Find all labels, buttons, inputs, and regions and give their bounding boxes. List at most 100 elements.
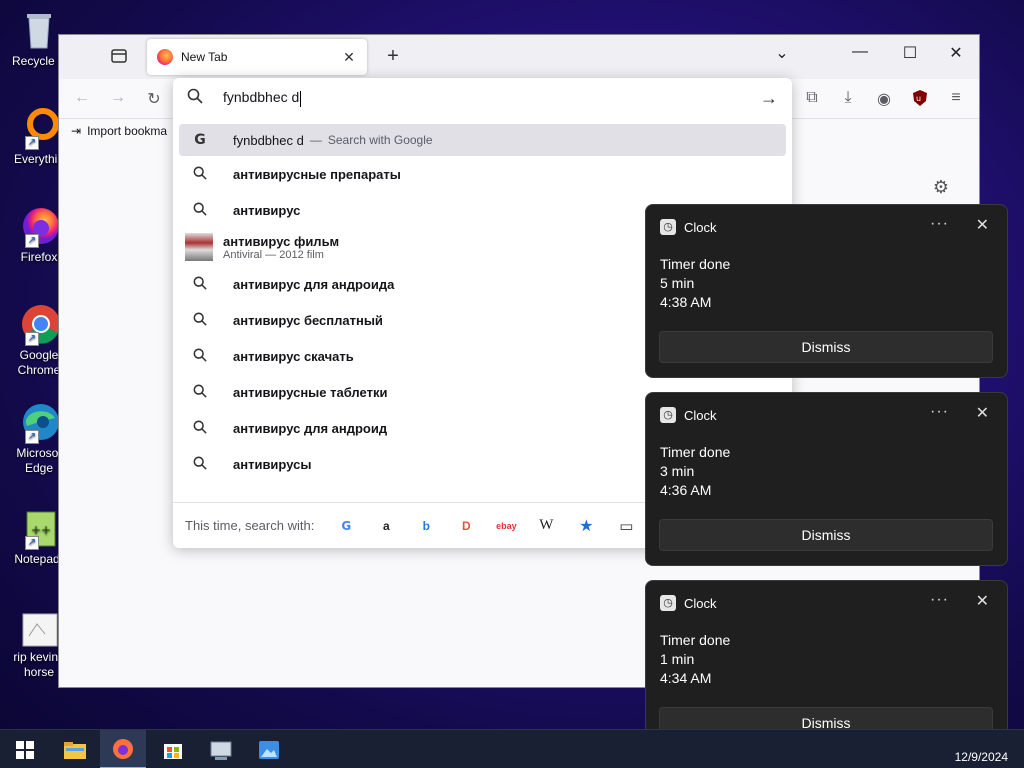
close-notification-icon[interactable]: ✕ <box>976 215 989 235</box>
bookmarks-star-icon[interactable]: ★ <box>566 516 606 536</box>
ebay-engine-icon[interactable]: ebay <box>486 521 526 531</box>
microsoft-store-icon[interactable] <box>150 730 196 768</box>
reload-icon[interactable]: ↻ <box>143 89 165 111</box>
search-icon <box>187 88 209 108</box>
google-engine-icon[interactable]: G <box>326 519 366 533</box>
suggestion-google-search[interactable]: G fynbdbhec d — Search with Google <box>179 124 786 156</box>
tabs-icon[interactable]: ▭ <box>606 517 646 535</box>
notification-time: 4:36 AM <box>660 482 712 498</box>
file-explorer-icon[interactable] <box>52 730 98 768</box>
settings-gear-icon[interactable]: ⚙ <box>933 177 949 198</box>
suggestion-text: антивирус для андроид <box>233 420 388 436</box>
notification-card: ◷ Clock ··· ✕ Timer done 3 min 4:36 AM Di… <box>645 392 1008 566</box>
notification-time: 4:38 AM <box>660 294 712 310</box>
notification-app-name: Clock <box>684 219 717 235</box>
new-tab-plus-icon[interactable]: + <box>381 45 405 68</box>
search-icon <box>191 276 209 293</box>
close-notification-icon[interactable]: ✕ <box>976 403 989 423</box>
google-g-icon: G <box>194 132 206 148</box>
svg-text:u: u <box>916 94 921 103</box>
tab-new-tab[interactable]: New Tab ✕ <box>147 39 367 75</box>
suggestion-text: антивирусные препараты <box>233 166 401 182</box>
tab-close-icon[interactable]: ✕ <box>341 49 357 66</box>
clock-app-icon: ◷ <box>660 219 676 235</box>
suggestion-text: антивирус скачать <box>233 348 354 364</box>
ublock-origin-icon[interactable]: u <box>909 89 931 111</box>
notification-title: Timer done <box>660 444 731 460</box>
suggestion-subtext: Antiviral — 2012 film <box>223 248 324 261</box>
image-file-icon <box>17 612 61 648</box>
dismiss-button[interactable]: Dismiss <box>659 331 993 363</box>
back-arrow-icon[interactable]: ← <box>71 89 93 111</box>
separator: — <box>309 133 322 147</box>
import-bookmarks-button[interactable]: ⇥ Import bookma <box>71 124 167 138</box>
maximize-icon[interactable]: ☐ <box>887 43 933 63</box>
notification-line: 5 min <box>660 275 695 291</box>
suggestion-text: антивирусы <box>233 456 312 472</box>
tab-bar: New Tab ✕ + ⌄ — ☐ ✕ <box>59 35 979 79</box>
minimize-icon[interactable]: — <box>837 43 883 61</box>
search-icon <box>191 202 209 219</box>
notification-line: 3 min <box>660 463 695 479</box>
more-options-icon[interactable]: ··· <box>930 403 949 421</box>
account-icon[interactable]: ◉ <box>873 89 895 111</box>
search-icon <box>191 456 209 473</box>
dismiss-button[interactable]: Dismiss <box>659 519 993 551</box>
taskbar-firefox-icon[interactable] <box>100 730 146 768</box>
notification-card: ◷ Clock ··· ✕ Timer done 5 min 4:38 AM Di… <box>645 204 1008 378</box>
forward-arrow-icon[interactable]: → <box>107 89 129 111</box>
downloads-icon[interactable]: ⤓ <box>837 89 859 111</box>
suggestion-text: антивирусные таблетки <box>233 384 388 400</box>
notification-card: ◷ Clock ··· ✕ Timer done 1 min 4:34 AM Di… <box>645 580 1008 754</box>
search-icon <box>191 384 209 401</box>
duckduckgo-engine-icon[interactable]: D <box>446 519 486 533</box>
notification-title: Timer done <box>660 632 731 648</box>
notification-title: Timer done <box>660 256 731 272</box>
url-bar[interactable]: fynbdbhec d → <box>173 78 792 118</box>
hamburger-menu-icon[interactable]: ≡ <box>945 89 967 111</box>
more-options-icon[interactable]: ··· <box>930 591 949 609</box>
notification-app-name: Clock <box>684 595 717 611</box>
notification-time: 4:34 AM <box>660 670 712 686</box>
tab-title: New Tab <box>181 50 228 64</box>
bing-engine-icon[interactable]: b <box>406 519 446 533</box>
notification-app-name: Clock <box>684 407 717 423</box>
close-window-icon[interactable]: ✕ <box>933 43 979 63</box>
search-with-label: This time, search with: <box>185 518 315 533</box>
control-panel-icon[interactable] <box>198 730 244 768</box>
suggestion-item[interactable]: антивирусные препараты <box>179 156 786 192</box>
taskbar-date[interactable]: 12/9/2024 <box>955 750 1008 764</box>
movie-thumbnail-icon <box>185 233 213 261</box>
import-icon: ⇥ <box>71 124 82 138</box>
suggestion-text: антивирус фильм <box>223 233 340 249</box>
svg-text:++: ++ <box>31 523 51 537</box>
amazon-engine-icon[interactable]: a <box>366 519 406 533</box>
suggestion-action: Search with Google <box>327 133 433 147</box>
wikipedia-engine-icon[interactable]: W <box>526 517 566 534</box>
search-icon <box>191 348 209 365</box>
go-arrow-icon[interactable]: → <box>760 88 778 109</box>
notification-line: 1 min <box>660 651 695 667</box>
clock-app-icon: ◷ <box>660 407 676 423</box>
list-all-tabs-chevron-icon[interactable]: ⌄ <box>759 43 805 63</box>
everything-icon: ↗ <box>17 106 61 150</box>
extensions-puzzle-icon[interactable]: ⧉ <box>801 89 823 111</box>
edge-icon: ↗ <box>17 400 61 444</box>
start-windows-icon[interactable] <box>2 730 48 768</box>
suggestion-text: антивирус для андроида <box>233 276 395 292</box>
more-options-icon[interactable]: ··· <box>930 215 949 233</box>
clock-app-icon: ◷ <box>660 595 676 611</box>
photos-icon[interactable] <box>246 730 292 768</box>
taskbar: 12/9/2024 <box>0 729 1024 768</box>
chrome-icon: ↗ <box>17 302 61 346</box>
firefox-favicon-icon <box>157 49 173 65</box>
notepad-plus-icon: ++ ↗ <box>17 506 61 550</box>
firefox-view-icon[interactable] <box>109 47 129 65</box>
close-notification-icon[interactable]: ✕ <box>976 591 989 611</box>
url-input[interactable]: fynbdbhec d <box>223 89 299 105</box>
search-icon <box>191 166 209 183</box>
search-icon <box>191 420 209 437</box>
suggestion-text: антивирус бесплатный <box>233 312 383 328</box>
import-bookmarks-label: Import bookma <box>87 124 168 138</box>
recycle-bin-icon <box>17 8 61 52</box>
